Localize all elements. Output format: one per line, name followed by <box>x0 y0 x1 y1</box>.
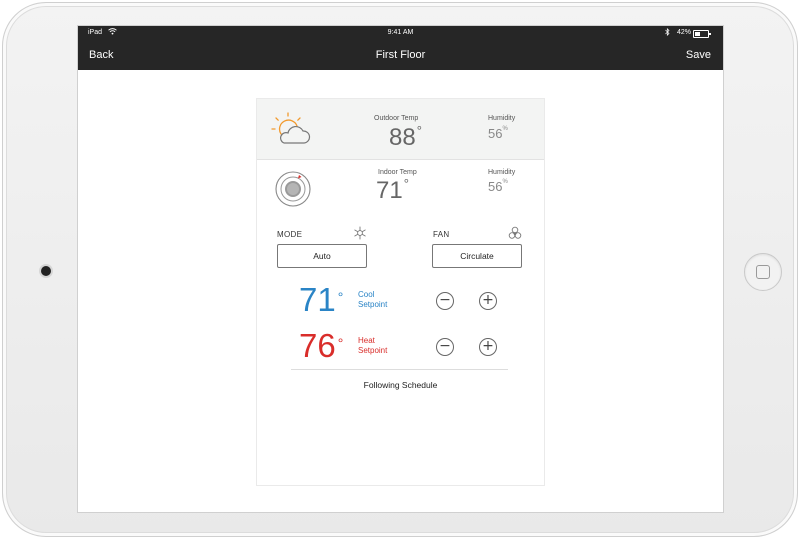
cool-label-line2: Setpoint <box>358 300 388 309</box>
page-title: First Floor <box>375 49 426 61</box>
heat-label-line2: Setpoint <box>358 346 388 355</box>
battery-percent: 42% <box>676 29 691 36</box>
cool-increase-button[interactable]: + <box>479 292 497 310</box>
schedule-status[interactable]: Following Schedule <box>257 380 544 390</box>
indoor-temp-value: 71° <box>376 176 409 205</box>
divider <box>291 369 508 370</box>
indoor-temp-label: Indoor Temp <box>378 169 417 176</box>
heat-setpoint-value: 76 ° <box>299 329 343 362</box>
heat-increase-button[interactable]: + <box>479 338 497 356</box>
indoor-row: Indoor Temp 71° Humidity 56% <box>257 160 544 217</box>
outdoor-humidity-value: 56% <box>488 126 508 141</box>
outdoor-row: Outdoor Temp 88° Humidity 56% <box>257 99 544 160</box>
navigation-bar: Back First Floor Save <box>78 40 723 70</box>
cool-setpoint-number: 71 <box>299 281 336 318</box>
battery-icon <box>693 30 711 38</box>
indoor-humidity-label: Humidity <box>488 169 516 176</box>
outdoor-temp-degree: ° <box>416 123 422 138</box>
bluetooth-icon <box>665 27 670 38</box>
thermostat-icon <box>274 170 312 213</box>
sun-snowflake-icon <box>353 226 367 245</box>
home-button[interactable] <box>744 253 782 291</box>
indoor-humidity-unit: % <box>502 179 508 185</box>
mode-select-button[interactable]: Auto <box>277 244 367 268</box>
heat-label-line1: Heat <box>358 336 375 345</box>
outdoor-temp-value: 88° <box>389 123 422 152</box>
screen: iPad 9:41 AM 42% Back First Floor Save O… <box>78 26 723 512</box>
indoor-humidity-value: 56% <box>488 179 508 194</box>
heat-setpoint-number: 76 <box>299 327 336 364</box>
mode-label: MODE <box>277 230 303 239</box>
heat-setpoint-degree: ° <box>337 335 344 351</box>
fan-label: FAN <box>433 230 450 239</box>
outdoor-temp-label: Outdoor Temp <box>374 115 419 122</box>
indoor-humidity-number: 56 <box>488 179 503 194</box>
indoor-temp-number: 71 <box>376 177 403 204</box>
cool-decrease-button[interactable]: − <box>436 292 454 310</box>
cool-setpoint-degree: ° <box>337 289 344 305</box>
cool-label-line1: Cool <box>358 290 375 299</box>
save-button[interactable]: Save <box>686 49 711 61</box>
cool-setpoint-value: 71 ° <box>299 283 343 316</box>
heat-decrease-button[interactable]: − <box>436 338 454 356</box>
indoor-temp-degree: ° <box>403 176 409 191</box>
outdoor-humidity-label: Humidity <box>488 115 516 122</box>
thermostat-card: Outdoor Temp 88° Humidity 56% Indoor Tem… <box>257 99 544 485</box>
fan-select-button[interactable]: Circulate <box>432 244 522 268</box>
sun-cloud-icon <box>271 112 317 151</box>
outdoor-temp-number: 88 <box>389 124 416 151</box>
status-bar: iPad 9:41 AM 42% <box>78 26 723 40</box>
outdoor-humidity-unit: % <box>502 126 508 132</box>
outdoor-humidity-number: 56 <box>488 126 503 141</box>
status-time: 9:41 AM <box>387 29 414 36</box>
cool-setpoint-label: Cool Setpoint <box>358 290 387 310</box>
heat-setpoint-label: Heat Setpoint <box>358 336 387 356</box>
front-camera <box>41 266 51 276</box>
fan-icon <box>508 226 522 245</box>
